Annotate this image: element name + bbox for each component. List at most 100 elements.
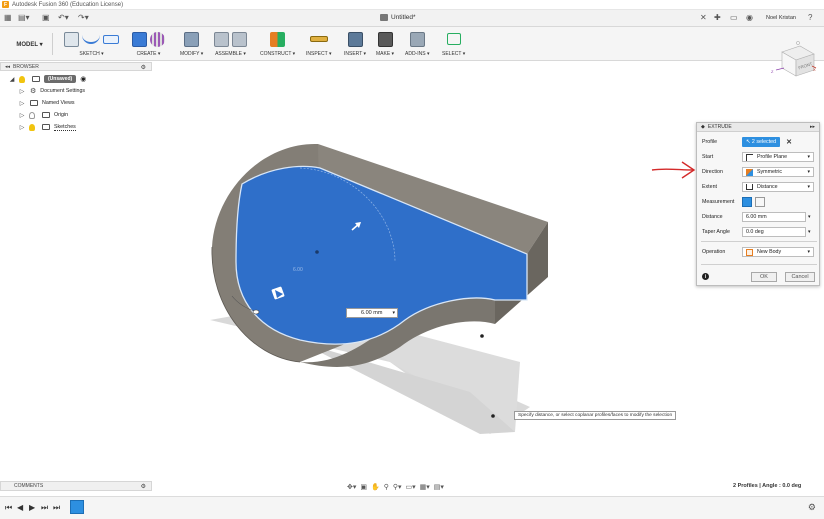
rectangle-icon[interactable] (103, 34, 119, 44)
distance-manipulator-input[interactable]: 6.00 mm ▾ (346, 308, 398, 318)
step-back-icon[interactable]: ◀ (17, 503, 23, 512)
expand-triangle-icon[interactable]: ▷ (18, 124, 26, 131)
create-sketch-icon[interactable] (64, 31, 79, 47)
operation-dropdown[interactable]: New Body ▾ (742, 247, 814, 257)
notifications-icon[interactable]: ◉ (746, 13, 753, 23)
play-icon[interactable]: ▶ (29, 503, 35, 512)
go-to-end-icon[interactable]: ⏭ (53, 503, 60, 513)
grid-menu-icon[interactable]: ▦ (4, 13, 12, 23)
make-group[interactable]: MAKE ▾ (376, 29, 394, 59)
close-tab-icon[interactable]: ✕ (700, 13, 707, 23)
expand-triangle-icon[interactable]: ◢ (8, 76, 16, 83)
taper-stepper-icon[interactable]: ▾ (808, 229, 811, 235)
distance-stepper-icon[interactable]: ▾ (808, 214, 811, 220)
construct-group[interactable]: CONSTRUCT ▾ (260, 29, 295, 59)
new-tab-icon[interactable]: ✚ (714, 13, 721, 23)
start-dropdown[interactable]: Profile Plane ▾ (742, 152, 814, 162)
create-group[interactable]: CREATE ▾ (132, 29, 165, 59)
grid-settings-icon[interactable]: ▦▾ (420, 483, 430, 491)
comments-panel[interactable]: COMMENTS ⚙ (0, 481, 152, 491)
browser-pin-icon[interactable]: ⚙ (141, 64, 146, 71)
info-icon[interactable]: i (702, 273, 709, 280)
insert-menu[interactable]: INSERT ▾ (344, 51, 366, 57)
extent-dropdown[interactable]: Distance ▾ (742, 182, 814, 192)
visibility-bulb-icon[interactable] (29, 123, 35, 131)
scripts-icon[interactable] (409, 31, 425, 47)
tree-root[interactable]: ◢ (Unsaved) ◉ (0, 73, 152, 85)
addins-group[interactable]: ADD-INS ▾ (405, 29, 429, 59)
job-status-icon[interactable]: ▭ (730, 13, 738, 23)
direction-dropdown[interactable]: Symmetric ▾ (742, 167, 814, 177)
tree-item-named-views[interactable]: ▷ Named Views (0, 97, 152, 109)
select-group[interactable]: SELECT ▾ (442, 29, 465, 59)
extrude-icon[interactable] (132, 31, 147, 47)
measure-icon[interactable] (309, 36, 328, 42)
extrude-collapse-icon[interactable]: ◆ (701, 124, 705, 130)
taper-angle-input[interactable]: 0.0 deg (742, 227, 806, 237)
expand-dialog-icon[interactable]: ▸▸ (810, 124, 815, 130)
inspect-menu[interactable]: INSPECT ▾ (306, 51, 331, 57)
clear-selection-icon[interactable]: ✕ (786, 138, 792, 146)
viewports-icon[interactable]: ▤▾ (434, 483, 444, 491)
root-component-label[interactable]: (Unsaved) (44, 75, 77, 83)
cancel-button[interactable]: Cancel (785, 272, 815, 282)
save-icon[interactable]: ▣ (42, 13, 50, 23)
tree-item-origin[interactable]: ▷ Origin (0, 109, 152, 121)
modify-group[interactable]: MODIFY ▾ (180, 29, 203, 59)
select-icon[interactable] (446, 33, 461, 45)
help-icon[interactable]: ? (808, 13, 812, 23)
line-icon[interactable] (82, 34, 100, 44)
new-component-icon[interactable] (214, 31, 229, 47)
assemble-menu[interactable]: ASSEMBLE ▾ (215, 51, 246, 57)
timeline-sketch-feature-icon[interactable] (70, 500, 84, 514)
extrude-header[interactable]: ◆ EXTRUDE ▸▸ (697, 123, 819, 132)
assemble-group[interactable]: ASSEMBLE ▾ (214, 29, 247, 59)
make-menu[interactable]: MAKE ▾ (376, 51, 394, 57)
visibility-bulb-icon[interactable] (19, 75, 25, 83)
workspace-switcher[interactable]: MODEL ▾ (7, 33, 53, 55)
distance-input[interactable]: 6.00 mm (742, 212, 806, 222)
inspect-group[interactable]: INSPECT ▾ (306, 29, 331, 59)
form-icon[interactable] (150, 31, 165, 47)
go-to-start-icon[interactable]: ⏮ (5, 503, 12, 513)
modify-menu[interactable]: MODIFY ▾ (180, 51, 203, 57)
joint-icon[interactable] (232, 31, 247, 47)
file-menu-icon[interactable]: ▤▾ (18, 13, 30, 23)
ok-button[interactable]: OK (751, 272, 777, 282)
display-settings-icon[interactable]: ▭▾ (406, 483, 416, 491)
visibility-bulb-off-icon[interactable] (29, 111, 35, 119)
measurement-whole-length-icon[interactable] (755, 197, 765, 207)
tree-item-sketches[interactable]: ▷ Sketches (0, 121, 152, 133)
view-cube[interactable]: FRONT Z X (768, 40, 818, 82)
profile-selector[interactable]: ↖ 2 selected (742, 137, 781, 147)
document-tab[interactable]: Untitled* (380, 14, 416, 21)
insert-group[interactable]: INSERT ▾ (344, 29, 366, 59)
timeline-settings-gear-icon[interactable]: ⚙ (808, 502, 816, 513)
zoom-icon[interactable]: ⚲ (384, 483, 389, 491)
select-menu[interactable]: SELECT ▾ (442, 51, 465, 57)
collapse-browser-icon[interactable]: ◂◂ (5, 64, 10, 70)
expand-triangle-icon[interactable]: ▷ (18, 88, 26, 95)
step-forward-icon[interactable]: ⏭ (41, 503, 48, 513)
expand-triangle-icon[interactable]: ▷ (18, 100, 26, 107)
tree-item-document-settings[interactable]: ▷ ⚙ Document Settings (0, 85, 152, 97)
undo-icon[interactable]: ↶▾ (58, 13, 69, 23)
create-menu[interactable]: CREATE ▾ (137, 51, 161, 57)
pan-icon[interactable]: ✋ (371, 483, 380, 491)
sketch-group[interactable]: SKETCH ▾ (64, 29, 119, 59)
measurement-symmetric-half-icon[interactable] (742, 197, 752, 207)
chevron-down-icon[interactable]: ▾ (392, 310, 395, 316)
insert-image-icon[interactable] (347, 31, 363, 47)
offset-plane-icon[interactable] (270, 31, 286, 47)
expand-triangle-icon[interactable]: ▷ (18, 112, 26, 119)
press-pull-icon[interactable] (184, 31, 200, 47)
addins-menu[interactable]: ADD-INS ▾ (405, 51, 429, 57)
fit-icon[interactable]: ⚲▾ (393, 483, 402, 491)
browser-header[interactable]: ◂◂ BROWSER ⚙ (0, 62, 152, 71)
3d-print-icon[interactable] (377, 31, 393, 47)
construct-menu[interactable]: CONSTRUCT ▾ (260, 51, 295, 57)
look-at-icon[interactable]: ▣ (360, 483, 367, 491)
activate-radio-icon[interactable]: ◉ (80, 75, 86, 83)
sketch-menu[interactable]: SKETCH ▾ (79, 51, 103, 57)
orbit-icon[interactable]: ✥▾ (347, 483, 356, 491)
